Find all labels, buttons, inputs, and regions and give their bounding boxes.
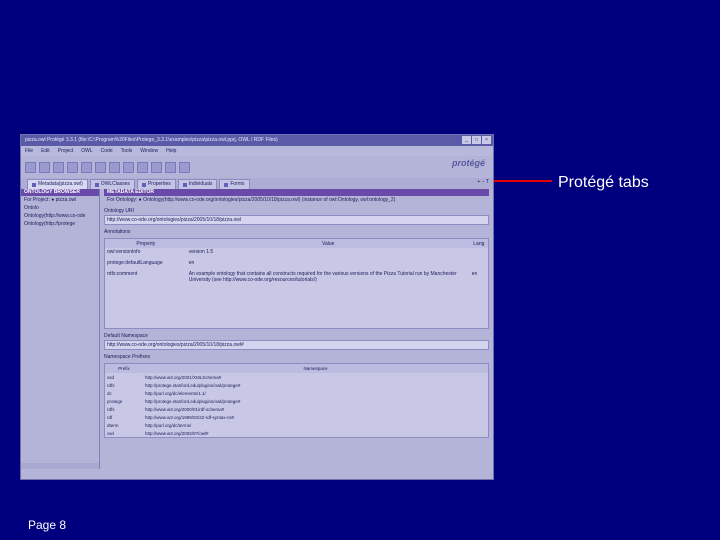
column-header[interactable]: Property bbox=[105, 239, 187, 248]
table-row[interactable]: owl:versionInfo version 1.5 bbox=[105, 248, 488, 259]
column-header[interactable]: Value bbox=[186, 239, 470, 248]
menu-help[interactable]: Help bbox=[166, 146, 176, 156]
open-project-icon[interactable] bbox=[39, 161, 50, 173]
tab-controls[interactable]: + − T bbox=[477, 179, 489, 185]
table-row[interactable]: dc http://purl.org/dc/elements/1.1/ bbox=[105, 389, 488, 397]
default-namespace-label: Default Namespace bbox=[104, 333, 148, 339]
table-row[interactable]: rdfs http://www.w3.org/2000/01/rdf-schema… bbox=[105, 405, 488, 413]
menu-project[interactable]: Project bbox=[58, 146, 74, 156]
namespace-prefixes-label: Namespace Prefixes bbox=[104, 354, 151, 360]
for-project-label: For Project: ● pizza.owl bbox=[24, 197, 77, 203]
menu-bar: File Edit Project OWL Code Tools Window … bbox=[21, 146, 493, 156]
namespace-prefixes-table: Prefix Namespace xsd http://www.w3.org/20… bbox=[104, 363, 489, 438]
table-row[interactable]: owl http://www.w3.org/2002/07/owl# bbox=[105, 429, 488, 437]
menu-file[interactable]: File bbox=[25, 146, 33, 156]
cut-icon[interactable] bbox=[67, 161, 78, 173]
metadata-editor-header: METADATA EDITOR bbox=[104, 189, 489, 196]
table-row[interactable]: rdf http://www.w3.org/1999/02/22-rdf-synt… bbox=[105, 413, 488, 421]
close-button[interactable]: × bbox=[482, 136, 491, 144]
menu-owl[interactable]: OWL bbox=[81, 146, 92, 156]
toolbar: protégé bbox=[21, 156, 493, 178]
find-icon[interactable] bbox=[137, 161, 148, 173]
properties-icon bbox=[141, 182, 146, 187]
table-row[interactable]: protege:defaultLanguage en bbox=[105, 259, 488, 270]
tab-metadata-label: Metadata(pizza.owl) bbox=[38, 181, 83, 187]
check-consistency-icon[interactable] bbox=[179, 161, 190, 173]
new-project-icon[interactable] bbox=[25, 161, 36, 173]
forms-icon bbox=[224, 182, 229, 187]
tab-forms[interactable]: Forms bbox=[219, 179, 250, 189]
workspace: ONTOLOGY BROWSER For Project: ● pizza.ow… bbox=[21, 189, 493, 469]
menu-window[interactable]: Window bbox=[140, 146, 158, 156]
ontology-tree-item[interactable]: Ontology(http://www.co-ode bbox=[21, 212, 99, 220]
tab-individuals[interactable]: Individuals bbox=[177, 179, 218, 189]
table-row[interactable]: rdfs:comment An example ontology that co… bbox=[105, 270, 488, 284]
table-row[interactable]: rdfs http://protege.stanford.edu/plugins/… bbox=[105, 381, 488, 389]
maximize-button[interactable]: □ bbox=[472, 136, 481, 144]
protege-screenshot: pizza.owl Protégé 3.3.1 (file:\C:\Progra… bbox=[20, 134, 494, 480]
callout-label: Protégé tabs bbox=[558, 174, 649, 191]
ontology-uri-label: Ontology URI bbox=[104, 208, 135, 214]
redo-icon[interactable] bbox=[123, 161, 134, 173]
tab-owlclasses[interactable]: OWLClasses bbox=[89, 179, 135, 189]
ontology-browser: ONTOLOGY BROWSER For Project: ● pizza.ow… bbox=[21, 189, 100, 469]
copy-icon[interactable] bbox=[81, 161, 92, 173]
window-title: pizza.owl Protégé 3.3.1 (file:\C:\Progra… bbox=[25, 137, 278, 143]
classify-icon[interactable] bbox=[165, 161, 176, 173]
undo-icon[interactable] bbox=[109, 161, 120, 173]
column-header[interactable]: Prefix bbox=[105, 364, 143, 373]
tab-owlclasses-label: OWLClasses bbox=[100, 181, 130, 187]
tab-individuals-label: Individuals bbox=[188, 181, 213, 187]
for-ontology-label: For Ontology: ● Ontology(http://www.co-o… bbox=[107, 197, 396, 203]
reasoner-icon[interactable] bbox=[151, 161, 162, 173]
window-controls: _ □ × bbox=[462, 136, 491, 144]
table-row[interactable]: protege http://protege.stanford.edu/plugi… bbox=[105, 397, 488, 405]
table-row[interactable]: dterm http://purl.org/dc/terms/ bbox=[105, 421, 488, 429]
ontology-browser-header: ONTOLOGY BROWSER bbox=[21, 189, 99, 196]
tab-bar: Metadata(pizza.owl) OWLClasses Propertie… bbox=[21, 178, 493, 189]
horizontal-scrollbar[interactable] bbox=[21, 463, 99, 469]
annotations-label: Annotations bbox=[104, 229, 131, 235]
window-titlebar: pizza.owl Protégé 3.3.1 (file:\C:\Progra… bbox=[21, 135, 493, 146]
page-number: Page 8 bbox=[28, 518, 67, 532]
menu-tools[interactable]: Tools bbox=[121, 146, 133, 156]
tab-metadata[interactable]: Metadata(pizza.owl) bbox=[27, 179, 88, 189]
protege-logo: protégé bbox=[451, 158, 485, 168]
annotations-table: Property Value Lang owl:versionInfo vers… bbox=[104, 238, 489, 329]
ontologies-label: Ontolo bbox=[24, 205, 39, 211]
column-header[interactable]: Lang bbox=[469, 239, 488, 248]
menu-code[interactable]: Code bbox=[101, 146, 113, 156]
minimize-button[interactable]: _ bbox=[462, 136, 471, 144]
metadata-icon bbox=[32, 182, 36, 187]
individuals-icon bbox=[182, 182, 187, 187]
table-row[interactable]: xsd http://www.w3.org/2001/XMLSchema# bbox=[105, 373, 488, 381]
owlclasses-icon bbox=[94, 182, 99, 187]
ontology-tree-item[interactable]: Ontology(http://protege bbox=[21, 220, 99, 228]
paste-icon[interactable] bbox=[95, 161, 106, 173]
ontology-uri-field[interactable]: http://www.co-ode.org/ontologies/pizza/2… bbox=[104, 215, 489, 225]
save-project-icon[interactable] bbox=[53, 161, 64, 173]
metadata-editor: METADATA EDITOR For Ontology: ● Ontology… bbox=[100, 189, 493, 469]
tab-properties-label: Properties bbox=[147, 181, 171, 187]
tab-properties[interactable]: Properties bbox=[136, 179, 176, 189]
column-header[interactable]: Namespace bbox=[143, 364, 488, 373]
tab-forms-label: Forms bbox=[230, 181, 245, 187]
default-namespace-field[interactable]: http://www.co-ode.org/ontologies/pizza/2… bbox=[104, 340, 489, 350]
menu-edit[interactable]: Edit bbox=[41, 146, 50, 156]
